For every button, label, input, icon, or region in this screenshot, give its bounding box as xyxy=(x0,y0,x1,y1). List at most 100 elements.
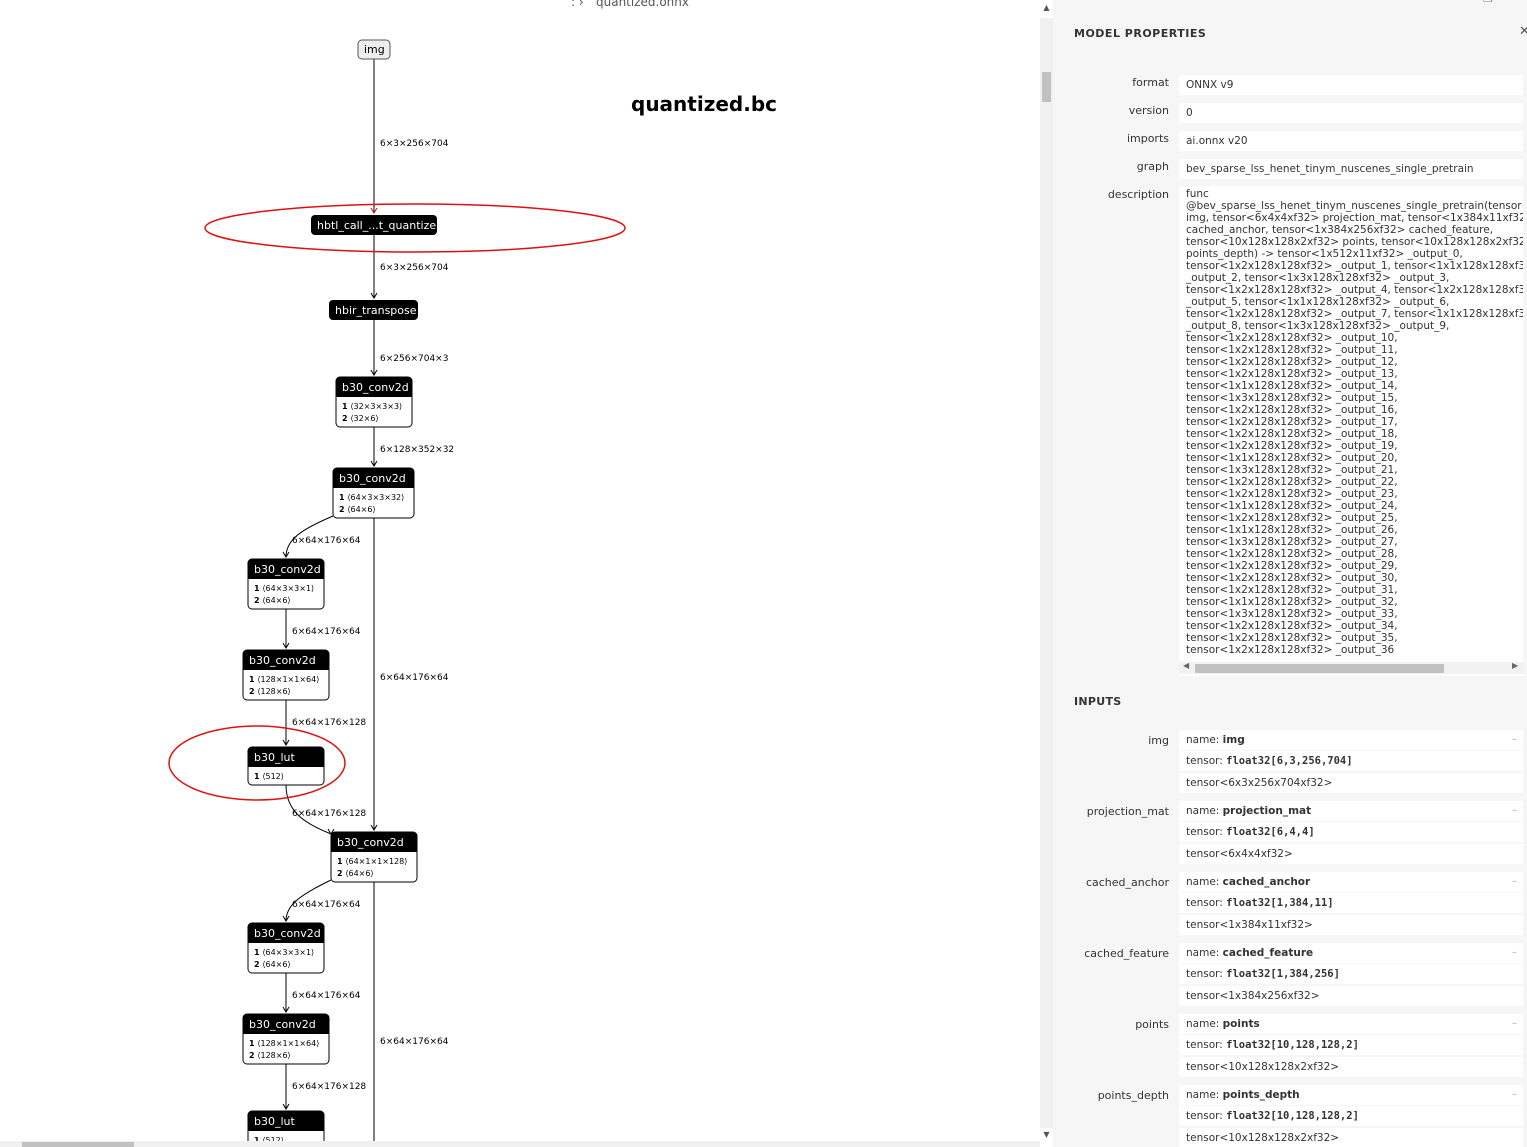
scroll-thumb[interactable] xyxy=(1042,72,1051,102)
graph-node-title: b30_lut xyxy=(254,751,296,764)
edge-shape-label: 6×64×176×64 xyxy=(380,1037,449,1047)
input-name-key: name: xyxy=(1186,734,1223,746)
edge-shape-label: 6×256×704×3 xyxy=(380,354,448,364)
edge-shape-label: 6×64×176×64 xyxy=(292,536,361,546)
input-tensor-value: float32[6,3,256,704] xyxy=(1226,755,1353,767)
scroll-right-arrow-icon[interactable]: ▶ xyxy=(1512,661,1518,670)
input-name-row[interactable]: name: cached_anchor – xyxy=(1179,872,1523,892)
expand-toggle-icon[interactable]: – xyxy=(1512,1014,1517,1034)
input-label-cached_anchor: cached_anchor xyxy=(1085,876,1169,889)
graph-node-attr: 1 ⟨128×1×1×64⟩ xyxy=(249,675,319,684)
edge-shape-label: 6×64×176×64 xyxy=(380,673,449,683)
input-tensor-row: tensor: float32[6,4,4] xyxy=(1179,822,1523,842)
sidebar-title: MODEL PROPERTIES xyxy=(1074,27,1207,40)
input-node-label: img xyxy=(364,43,385,56)
input-name-row[interactable]: name: cached_feature – xyxy=(1179,943,1523,963)
expand-toggle-icon[interactable]: – xyxy=(1512,801,1517,821)
property-value-imports[interactable]: ai.onnx v20 xyxy=(1179,131,1523,151)
input-tensor-value: float32[10,128,128,2] xyxy=(1226,1110,1359,1122)
input-label-img: img xyxy=(1148,734,1169,747)
graph-node-attr: 2 ⟨64×6⟩ xyxy=(337,869,374,878)
graph-node-title: hbir_transpose xyxy=(335,304,417,317)
input-tensor-key: tensor: xyxy=(1186,897,1227,909)
graph-node-attr: 2 ⟨64×6⟩ xyxy=(339,505,376,514)
edge-shape-label: 6×64×176×128 xyxy=(292,1082,366,1092)
input-name-key: name: xyxy=(1186,876,1223,888)
graph-node-title: hbtl_call_...t_quantize xyxy=(317,219,436,232)
graph-node-attr: 1 ⟨64×3×3×32⟩ xyxy=(339,493,404,502)
edge-shape-label: 6×64×176×128 xyxy=(292,718,366,728)
graph-node-attr: 1 ⟨64×1×1×128⟩ xyxy=(337,857,407,866)
property-value-format[interactable]: ONNX v9 xyxy=(1179,75,1523,95)
input-tensor-value: float32[10,128,128,2] xyxy=(1226,1039,1359,1051)
graph-node-title: b30_conv2d xyxy=(337,836,404,849)
input-label-cached_feature: cached_feature xyxy=(1084,947,1169,960)
graph-svg: 6×3×256×704 6×3×256×704 6×256×704×3 6×128×3… xyxy=(168,39,626,1147)
property-value-version[interactable]: 0 xyxy=(1179,103,1523,123)
minimize-icon[interactable]: — xyxy=(1439,0,1450,5)
graph-node-title: b30_conv2d xyxy=(254,563,321,576)
edge-shape-label: 6×64×176×64 xyxy=(292,627,361,637)
graph-horizontal-scrollbar[interactable] xyxy=(0,1141,1040,1147)
input-tensor-row: tensor: float32[1,384,256] xyxy=(1179,964,1523,984)
inputs-section-title: INPUTS xyxy=(1074,695,1122,708)
edge-shape-label: 6×64×176×128 xyxy=(292,809,366,819)
graph-canvas[interactable]: : › quantized.onnx quantized.bc 6×3×256×… xyxy=(0,0,1040,1147)
input-tensor-value: float32[6,4,4] xyxy=(1226,826,1315,838)
input-name-row[interactable]: name: points_depth – xyxy=(1179,1085,1523,1105)
input-name-key: name: xyxy=(1186,1018,1223,1030)
graph-node-title: b30_lut xyxy=(254,1115,296,1128)
property-label-version: version xyxy=(1128,104,1169,117)
input-name-row[interactable]: name: projection_mat – xyxy=(1179,801,1523,821)
input-tensor-row: tensor: float32[6,3,256,704] xyxy=(1179,751,1523,771)
input-name-value: cached_feature xyxy=(1222,947,1314,959)
scroll-left-arrow-icon[interactable]: ◀ xyxy=(1183,661,1189,670)
input-tensor-row: tensor: float32[10,128,128,2] xyxy=(1179,1106,1523,1126)
input-name-value: points xyxy=(1222,1018,1260,1030)
graph-vertical-scrollbar[interactable]: ▲ ▼ xyxy=(1040,3,1053,1139)
graph-node-attr: 1 ⟨64×3×3×1⟩ xyxy=(254,948,314,957)
edge-shape-label: 6×3×256×704 xyxy=(380,263,449,273)
graph-node-attr: 1 ⟨32×3×3×3⟩ xyxy=(342,402,402,411)
edge-shape-label: 6×64×176×64 xyxy=(292,900,361,910)
expand-toggle-icon[interactable]: – xyxy=(1512,1085,1517,1105)
input-name-row[interactable]: name: img – xyxy=(1179,730,1523,750)
description-text: func @bev_sparse_lss_henet_tinym_nuscene… xyxy=(1186,188,1523,656)
edge-shape-label: 6×128×352×32 xyxy=(380,445,454,455)
input-tensor-value: float32[1,384,11] xyxy=(1226,897,1334,909)
property-label-graph: graph xyxy=(1136,160,1169,173)
expand-toggle-icon[interactable]: – xyxy=(1512,872,1517,892)
graph-node-attr: 2 ⟨64×6⟩ xyxy=(254,960,291,969)
graph-node-attr: 2 ⟨64×6⟩ xyxy=(254,596,291,605)
description-scrollbar[interactable]: ◀ ▶ xyxy=(1179,661,1523,674)
input-tensor-key: tensor: xyxy=(1186,826,1227,838)
input-type-row: tensor<6x3x256x704xf32> xyxy=(1179,773,1523,793)
input-type-row: tensor<1x384x256xf32> xyxy=(1179,986,1523,1006)
description-box[interactable]: func @bev_sparse_lss_henet_tinym_nuscene… xyxy=(1179,186,1523,676)
input-type-row: tensor<1x384x11xf32> xyxy=(1179,915,1523,935)
input-name-key: name: xyxy=(1186,1089,1223,1101)
graph-node-title: b30_conv2d xyxy=(249,1018,316,1031)
property-value-graph[interactable]: bev_sparse_lss_henet_tinym_nuscenes_sing… xyxy=(1179,159,1523,179)
description-scroll-thumb[interactable] xyxy=(1195,664,1444,673)
graph-node-attr: 2 ⟨32×6⟩ xyxy=(342,414,379,423)
input-tensor-key: tensor: xyxy=(1186,1039,1227,1051)
property-label-format: format xyxy=(1132,76,1169,89)
expand-toggle-icon[interactable]: – xyxy=(1512,943,1517,963)
input-label-projection_mat: projection_mat xyxy=(1086,805,1169,818)
hscroll-thumb[interactable] xyxy=(22,1142,134,1147)
input-tensor-key: tensor: xyxy=(1186,755,1227,767)
scroll-down-arrow-icon[interactable]: ▼ xyxy=(1040,1130,1053,1139)
description-label: description xyxy=(1107,188,1169,201)
close-icon[interactable]: ✕ xyxy=(1519,24,1527,39)
expand-toggle-icon[interactable]: – xyxy=(1512,730,1517,750)
input-tensor-key: tensor: xyxy=(1186,968,1227,980)
graph-node-attr: 1 ⟨128×1×1×64⟩ xyxy=(249,1039,319,1048)
scroll-up-arrow-icon[interactable]: ▲ xyxy=(1040,3,1053,12)
input-name-value: cached_anchor xyxy=(1222,876,1311,888)
input-name-row[interactable]: name: points – xyxy=(1179,1014,1523,1034)
input-name-value: img xyxy=(1222,734,1245,746)
input-type-row: tensor<6x4x4xf32> xyxy=(1179,844,1523,864)
restore-icon[interactable]: ❐ xyxy=(1483,0,1493,5)
input-label-points: points xyxy=(1135,1018,1169,1031)
